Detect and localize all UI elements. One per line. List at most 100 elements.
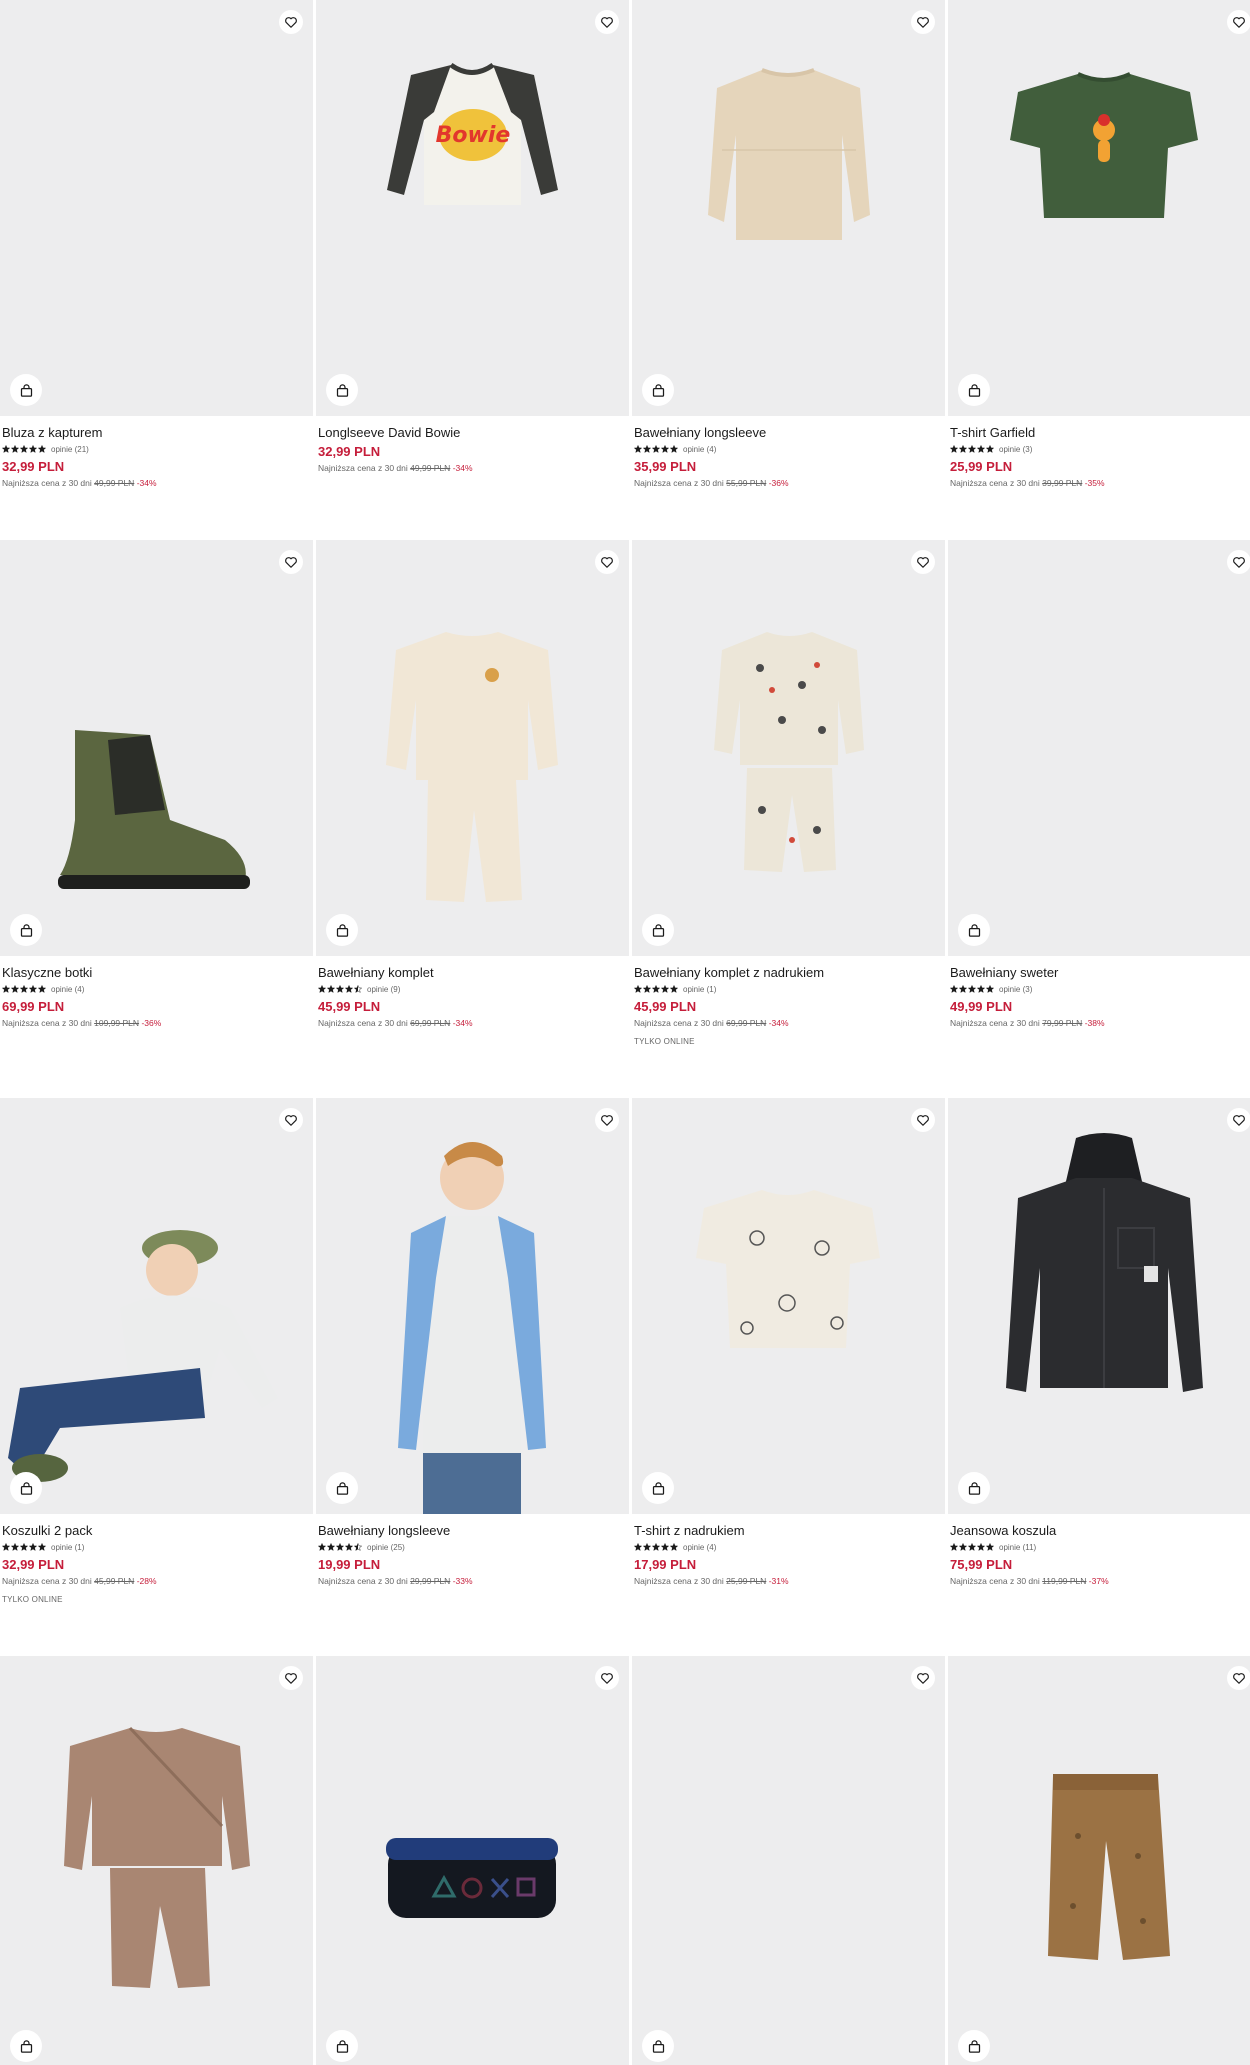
product-name[interactable]: Bluza z kapturem <box>2 424 310 441</box>
lowest-price-label: Najniższa cena z 30 dni <box>318 1018 408 1028</box>
heart-icon <box>1233 1673 1245 1684</box>
product-image[interactable] <box>948 540 1250 956</box>
add-to-cart-button[interactable] <box>642 914 674 946</box>
star-icon <box>20 445 28 453</box>
wishlist-button[interactable] <box>1227 550 1250 574</box>
wishlist-button[interactable] <box>911 1666 935 1690</box>
review-count[interactable]: opinie (9) <box>367 985 400 994</box>
product-name[interactable]: Klasyczne botki <box>2 964 310 981</box>
product-card[interactable] <box>0 1656 313 2065</box>
product-name[interactable]: Bawełniany komplet z nadrukiem <box>634 964 942 981</box>
review-count[interactable]: opinie (3) <box>999 985 1032 994</box>
product-name[interactable]: Longlseeve David Bowie <box>318 424 626 441</box>
product-name[interactable]: Bawełniany longsleeve <box>634 424 942 441</box>
product-card[interactable]: Bowie Longlseeve David Bowie 32,99 PLN N… <box>316 0 629 500</box>
star-icon <box>2 445 10 453</box>
lowest-price-info: Najniższa cena z 30 dni 69,99 PLN -34% <box>634 1017 942 1029</box>
add-to-cart-button[interactable] <box>958 1472 990 1504</box>
product-card[interactable]: Koszulki 2 pack opinie (1) 32,99 PLN Naj… <box>0 1098 313 1604</box>
product-card[interactable] <box>316 1656 629 2065</box>
add-to-cart-button[interactable] <box>10 374 42 406</box>
product-image[interactable] <box>0 1098 313 1514</box>
add-to-cart-button[interactable] <box>10 2030 42 2062</box>
product-card[interactable]: T-shirt Garfield opinie (3) 25,99 PLN Na… <box>948 0 1250 500</box>
wishlist-button[interactable] <box>279 1666 303 1690</box>
product-name[interactable]: Bawełniany sweter <box>950 964 1250 981</box>
product-card[interactable]: Bawełniany komplet opinie (9) 45,99 PLN … <box>316 540 629 1040</box>
wishlist-button[interactable] <box>595 10 619 34</box>
wishlist-button[interactable] <box>1227 1666 1250 1690</box>
add-to-cart-button[interactable] <box>326 1472 358 1504</box>
product-image[interactable] <box>632 1098 945 1514</box>
product-image[interactable] <box>316 1098 629 1514</box>
old-price: 119,99 PLN <box>1042 1576 1087 1586</box>
product-card[interactable]: Klasyczne botki opinie (4) 69,99 PLN Naj… <box>0 540 313 1040</box>
review-count[interactable]: opinie (4) <box>51 985 84 994</box>
product-info: Bawełniany longsleeve opinie (4) 35,99 P… <box>634 424 942 489</box>
product-card[interactable] <box>948 1656 1250 2065</box>
review-count[interactable]: opinie (25) <box>367 1543 405 1552</box>
product-card[interactable]: Bawełniany komplet z nadrukiem opinie (1… <box>632 540 945 1046</box>
product-name[interactable]: T-shirt z nadrukiem <box>634 1522 942 1539</box>
wishlist-button[interactable] <box>595 1666 619 1690</box>
product-image[interactable] <box>632 1656 945 2065</box>
product-image[interactable] <box>948 0 1250 416</box>
product-name[interactable]: Bawełniany longsleeve <box>318 1522 626 1539</box>
review-count[interactable]: opinie (21) <box>51 445 89 454</box>
product-card[interactable]: Bawełniany longsleeve opinie (4) 35,99 P… <box>632 0 945 500</box>
wishlist-button[interactable] <box>911 550 935 574</box>
product-image[interactable] <box>948 1656 1250 2065</box>
product-card[interactable]: Bluza z kapturem opinie (21) 32,99 PLN N… <box>0 0 313 500</box>
wishlist-button[interactable] <box>279 10 303 34</box>
product-card[interactable] <box>632 1656 945 2065</box>
review-count[interactable]: opinie (1) <box>683 985 716 994</box>
add-to-cart-button[interactable] <box>958 914 990 946</box>
discount-badge: -36% <box>768 478 789 488</box>
product-price: 45,99 PLN <box>318 999 381 1014</box>
product-image[interactable] <box>948 1098 1250 1514</box>
wishlist-button[interactable] <box>911 10 935 34</box>
product-image[interactable] <box>632 540 945 956</box>
product-name[interactable]: Jeansowa koszula <box>950 1522 1250 1539</box>
wishlist-button[interactable] <box>1227 1108 1250 1132</box>
shopping-bag-icon <box>20 383 32 397</box>
add-to-cart-button[interactable] <box>642 1472 674 1504</box>
add-to-cart-button[interactable] <box>10 914 42 946</box>
product-card[interactable]: T-shirt z nadrukiem opinie (4) 17,99 PLN… <box>632 1098 945 1598</box>
add-to-cart-button[interactable] <box>642 2030 674 2062</box>
product-card[interactable]: Bawełniany longsleeve opinie (25) 19,99 … <box>316 1098 629 1598</box>
star-icon <box>336 985 344 993</box>
add-to-cart-button[interactable] <box>10 1472 42 1504</box>
add-to-cart-button[interactable] <box>642 374 674 406</box>
product-image[interactable]: Bowie <box>316 0 629 416</box>
review-count[interactable]: opinie (4) <box>683 445 716 454</box>
product-image[interactable] <box>316 540 629 956</box>
product-image[interactable] <box>0 1656 313 2065</box>
product-card[interactable]: Bawełniany sweter opinie (3) 49,99 PLN N… <box>948 540 1250 1040</box>
product-name[interactable]: Koszulki 2 pack <box>2 1522 310 1539</box>
wishlist-button[interactable] <box>595 550 619 574</box>
star-icon <box>2 1543 10 1551</box>
add-to-cart-button[interactable] <box>958 374 990 406</box>
product-name[interactable]: Bawełniany komplet <box>318 964 626 981</box>
add-to-cart-button[interactable] <box>326 2030 358 2062</box>
wishlist-button[interactable] <box>279 1108 303 1132</box>
add-to-cart-button[interactable] <box>958 2030 990 2062</box>
product-image[interactable] <box>0 540 313 956</box>
review-count[interactable]: opinie (4) <box>683 1543 716 1552</box>
add-to-cart-button[interactable] <box>326 914 358 946</box>
review-count[interactable]: opinie (11) <box>999 1543 1036 1552</box>
review-count[interactable]: opinie (3) <box>999 445 1032 454</box>
wishlist-button[interactable] <box>1227 10 1250 34</box>
lowest-price-info: Najniższa cena z 30 dni 49,99 PLN -34% <box>318 462 626 474</box>
wishlist-button[interactable] <box>279 550 303 574</box>
product-image[interactable] <box>316 1656 629 2065</box>
add-to-cart-button[interactable] <box>326 374 358 406</box>
wishlist-button[interactable] <box>911 1108 935 1132</box>
wishlist-button[interactable] <box>595 1108 619 1132</box>
product-image[interactable] <box>0 0 313 416</box>
product-image[interactable] <box>632 0 945 416</box>
review-count[interactable]: opinie (1) <box>51 1543 84 1552</box>
product-card[interactable]: Jeansowa koszula opinie (11) 75,99 PLN N… <box>948 1098 1250 1598</box>
product-name[interactable]: T-shirt Garfield <box>950 424 1250 441</box>
